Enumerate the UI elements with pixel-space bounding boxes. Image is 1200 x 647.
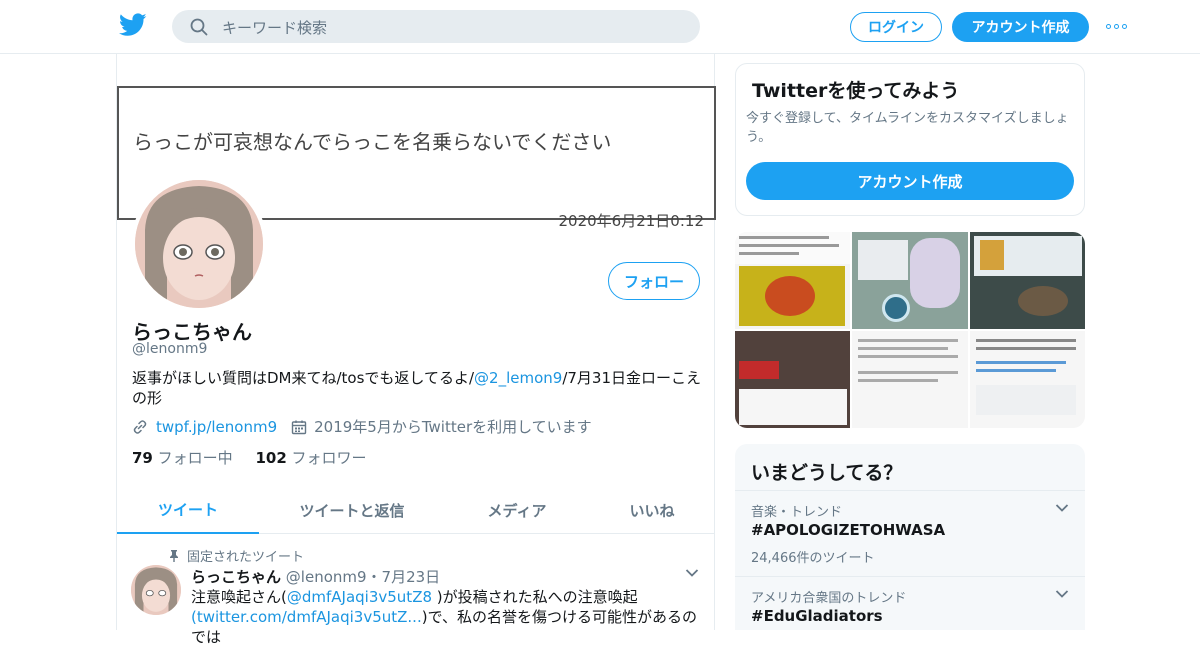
signup-button[interactable]: アカウント作成	[952, 12, 1089, 42]
login-button[interactable]: ログイン	[850, 12, 942, 42]
search-icon	[190, 18, 208, 36]
trend-item[interactable]: アメリカ合衆国のトレンド #EduGladiators	[735, 576, 1085, 636]
chevron-down-icon[interactable]	[1055, 589, 1069, 599]
banner-text: らっこが可哀想なんでらっこを名乗らないでください	[133, 130, 612, 154]
tweet-text-1: 注意喚起さん(	[191, 588, 287, 606]
following-label: フォロー中	[157, 449, 233, 467]
profile-website-link[interactable]: twpf.jp/lenonm9	[156, 418, 277, 436]
media-thumbnail[interactable]	[852, 331, 968, 428]
profile-meta: twpf.jp/lenonm9 2019年5月からTwitterを利用しています	[132, 416, 592, 437]
pinned-tweet-label: 固定されたツイート	[169, 546, 304, 565]
profile-handle: @lenonm9	[132, 341, 208, 357]
profile-column: らっこが可哀想なんでらっこを名乗らないでください 2020年6月21日0:12 …	[116, 54, 716, 646]
tweet-author-name[interactable]: らっこちゃん	[191, 568, 281, 586]
following-count: 79	[132, 449, 153, 467]
trend-title: #EduGladiators	[751, 607, 883, 625]
followers-count: 102	[255, 449, 287, 467]
chevron-down-icon[interactable]	[685, 568, 699, 578]
twitter-logo-icon[interactable]	[119, 13, 147, 37]
tweet-header: らっこちゃん @lenonm9・7月23日	[191, 566, 440, 587]
follow-button[interactable]: フォロー	[608, 262, 700, 300]
pin-icon	[170, 550, 178, 562]
tweet-avatar-illustration	[131, 565, 181, 615]
chevron-down-icon[interactable]	[1055, 503, 1069, 513]
tab-tweets[interactable]: ツイート	[117, 486, 259, 534]
trends-card: いまどうしてる？ 音楽・トレンド #APOLOGIZETOHWASA 24,46…	[735, 444, 1085, 630]
media-thumbnail[interactable]	[969, 232, 1085, 329]
banner-date: 2020年6月21日0:12	[558, 212, 705, 230]
media-grid	[735, 232, 1085, 428]
tab-tweets-replies[interactable]: ツイートと返信	[277, 486, 427, 534]
tweet-avatar[interactable]	[131, 565, 181, 615]
signup-card-description: 今すぐ登録して、タイムラインをカスタマイズしましょう。	[746, 111, 1069, 145]
followers-stat[interactable]: 102 フォロワー	[255, 449, 366, 467]
tweet-line-1: 注意喚起さん(@dmfAJaqi3v5utZ8 )が投稿された私への注意喚起	[191, 587, 701, 607]
tweet-text: 注意喚起さん(@dmfAJaqi3v5utZ8 )が投稿された私への注意喚起 (…	[191, 587, 701, 647]
profile-tabs: ツイート ツイートと返信 メディア いいね	[117, 486, 714, 534]
tweet-author-handle: @lenonm9	[285, 568, 367, 586]
tweet-mention-link[interactable]: @dmfAJaqi3v5utZ8	[287, 588, 432, 606]
avatar-illustration	[135, 180, 263, 308]
tweet-text-2: )が投稿された私への注意喚起	[432, 588, 638, 606]
tab-media[interactable]: メディア	[457, 486, 577, 534]
profile-avatar[interactable]	[131, 176, 267, 312]
more-options-icon[interactable]	[1106, 24, 1127, 29]
search-box[interactable]: キーワード検索	[172, 10, 700, 43]
pinned-text: 固定されたツイート	[187, 550, 305, 565]
profile-joined-date: 2019年5月からTwitterを利用しています	[314, 418, 592, 436]
bio-mention-link[interactable]: @2_lemon9	[474, 369, 562, 387]
tweet-line-2: (twitter.com/dmfAJaqi3v5utZ...)で、私の名誉を傷つ…	[191, 607, 701, 647]
trend-category: アメリカ合衆国のトレンド	[751, 591, 907, 606]
signup-card: Twitterを使ってみよう 今すぐ登録して、タイムラインをカスタマイズしましょ…	[735, 63, 1085, 216]
signup-card-button[interactable]: アカウント作成	[746, 162, 1074, 200]
tweet-date[interactable]: ・7月23日	[367, 568, 441, 586]
media-thumbnail[interactable]	[735, 232, 851, 329]
calendar-icon	[291, 420, 307, 434]
tweet-url-link[interactable]: (twitter.com/dmfAJaqi3v5utZ...	[191, 608, 422, 626]
media-thumbnail[interactable]	[852, 232, 968, 329]
signup-card-title: Twitterを使ってみよう	[752, 80, 960, 102]
media-thumbnail[interactable]	[735, 331, 851, 428]
link-icon	[133, 419, 147, 434]
media-thumbnail[interactable]	[969, 331, 1085, 428]
top-bar: キーワード検索 ログイン アカウント作成	[0, 0, 1200, 54]
profile-stats: 79 フォロー中 102 フォロワー	[132, 447, 367, 468]
trend-title: #APOLOGIZETOHWASA	[751, 521, 946, 539]
bio-text: 返事がほしい質問はDM来てね/tosでも返してるよ/	[132, 369, 475, 387]
search-input[interactable]: キーワード検索	[222, 17, 327, 38]
followers-label: フォロワー	[291, 449, 367, 467]
profile-bio: 返事がほしい質問はDM来てね/tosでも返してるよ/@2_lemon9/7月31…	[132, 368, 702, 408]
trend-category: 音楽・トレンド	[751, 505, 843, 520]
trend-item[interactable]: 音楽・トレンド #APOLOGIZETOHWASA 24,466件のツイート	[735, 490, 1085, 576]
tab-likes[interactable]: いいね	[607, 486, 697, 534]
trends-title: いまどうしてる？	[751, 462, 903, 484]
trend-count: 24,466件のツイート	[751, 551, 875, 566]
following-stat[interactable]: 79 フォロー中	[132, 449, 233, 467]
